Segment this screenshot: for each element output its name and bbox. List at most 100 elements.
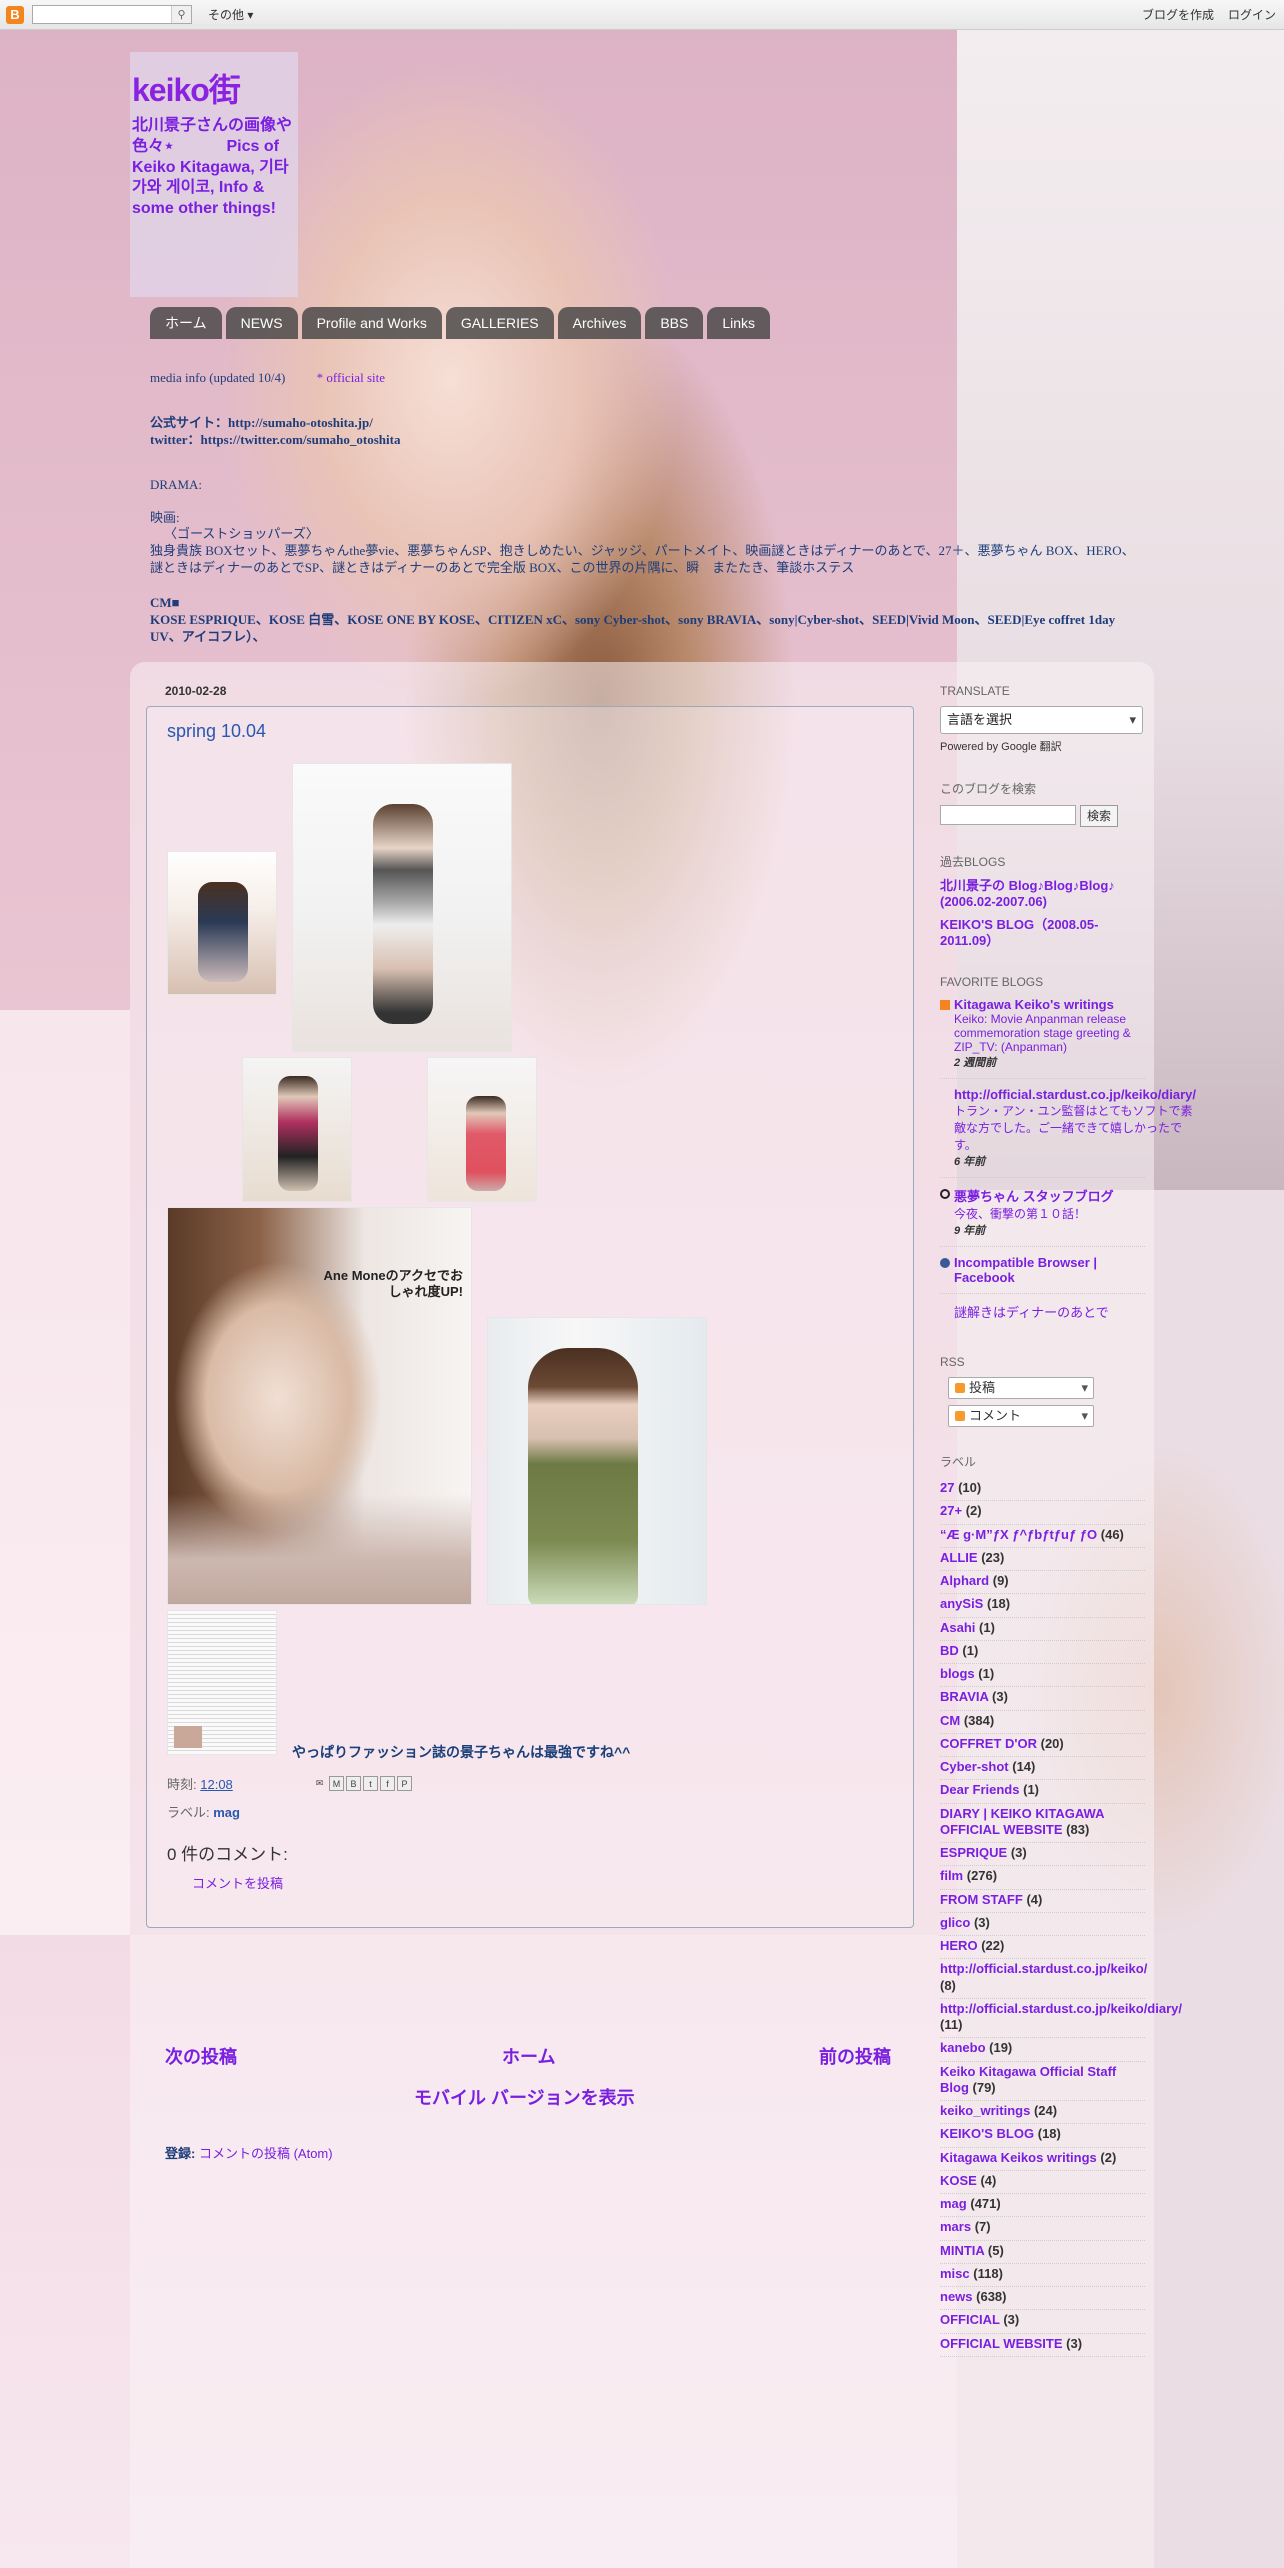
favorite-blog-time: 9 年前 (954, 1225, 986, 1237)
label-link[interactable]: misc (118) (940, 2264, 1145, 2287)
post-title[interactable]: spring 10.04 (167, 721, 266, 742)
photo-thumbnail[interactable] (167, 851, 277, 995)
label-link[interactable]: http://official.stardust.co.jp/keiko/ (8… (940, 1959, 1147, 1999)
label-link[interactable]: keiko_writings (24) (940, 2101, 1145, 2125)
atom-feed-link[interactable]: コメントの投稿 (Atom) (199, 2146, 333, 2161)
official-site-link[interactable]: * official site (317, 370, 385, 385)
blog-search-input[interactable] (940, 805, 1076, 825)
label-link[interactable]: Kitagawa Keikos writings (2) (940, 2148, 1145, 2171)
official-site-url[interactable]: 公式サイト：http://sumaho-otoshita.jp/ (150, 415, 1140, 432)
label-link[interactable]: kanebo (19) (940, 2038, 1145, 2062)
page-tabs: ホーム NEWS Profile and Works GALLERIES Arc… (150, 307, 771, 339)
pinterest-share-icon[interactable]: P (397, 1776, 412, 1791)
label-link[interactable]: mag (471) (940, 2194, 1145, 2218)
navbar-more-menu[interactable]: その他 ▾ (208, 6, 253, 23)
label-link[interactable]: blogs (1) (940, 1664, 1145, 1688)
movie-list: 独身貴族 BOXセット、悪夢ちゃんthe夢vie、悪夢ちゃんSP、抱きしめたい、… (150, 543, 1135, 576)
login-link[interactable]: ログイン (1228, 6, 1276, 23)
tab-profile-and-works[interactable]: Profile and Works (301, 307, 442, 339)
tab-bbs[interactable]: BBS (645, 307, 704, 339)
tab-galleries[interactable]: GALLERIES (445, 307, 554, 339)
photo-thumbnail[interactable] (487, 1317, 707, 1605)
facebook-share-icon[interactable]: f (380, 1776, 395, 1791)
label-link[interactable]: Dear Friends (1) (940, 1780, 1145, 1804)
label-link[interactable]: anySiS (18) (940, 1594, 1145, 1618)
post-comment-link[interactable]: コメントを投稿 (192, 1873, 283, 1892)
twitter-url[interactable]: twitter：https://twitter.com/sumaho_otosh… (150, 432, 1140, 449)
mobile-version-link[interactable]: モバイル バージョンを表示 (414, 2084, 635, 2110)
rss-posts-label: 投稿 (969, 1380, 996, 1395)
email-post-icon[interactable]: ✉ (312, 1776, 327, 1791)
label-link[interactable]: DIARY | KEIKO KITAGAWA OFFICIAL WEBSITE … (940, 1804, 1145, 1843)
label-count: (83) (1066, 1821, 1090, 1837)
rss-comments-button[interactable]: コメント (948, 1405, 1094, 1427)
language-select[interactable]: 言語を選択 (940, 706, 1143, 734)
older-post-link[interactable]: 前の投稿 (819, 2043, 891, 2069)
twitter-share-icon[interactable]: t (363, 1776, 378, 1791)
rss-icon (955, 1411, 965, 1421)
tab-news[interactable]: NEWS (225, 307, 298, 339)
label-link[interactable]: http://official.stardust.co.jp/keiko/dia… (940, 1999, 1182, 2039)
favorite-blog-title[interactable]: 悪夢ちゃん スタッフブログ (954, 1186, 1114, 1205)
tab-home[interactable]: ホーム (150, 307, 222, 339)
label-link[interactable]: 27 (10) (940, 1478, 1145, 1502)
blog-title[interactable]: keiko街 (132, 74, 296, 106)
label-link[interactable]: KEIKO'S BLOG (18) (940, 2124, 1145, 2148)
rss-posts-button[interactable]: 投稿 (948, 1377, 1094, 1399)
label-link[interactable]: film (276) (940, 1866, 1145, 1890)
email-share-icon[interactable]: M (329, 1776, 344, 1791)
favorite-blog-title[interactable]: http://official.stardust.co.jp/keiko/dia… (954, 1087, 1196, 1102)
blogger-logo-icon[interactable]: B (6, 5, 24, 24)
favorite-blog-snippet[interactable]: 今夜、衝撃の第１０話！ (954, 1205, 1114, 1222)
label-link[interactable]: FROM STAFF (4) (940, 1890, 1145, 1913)
label-link[interactable]: MINTIA (5) (940, 2241, 1145, 2264)
newer-post-link[interactable]: 次の投稿 (165, 2043, 237, 2069)
label-link[interactable]: “Æ g·M”ƒX ƒ^ƒbƒtƒuƒ ƒO (46) (940, 1525, 1145, 1548)
photo-thumbnail[interactable] (242, 1057, 352, 1202)
label-count: (14) (1012, 1759, 1036, 1774)
label-link[interactable]: mars (7) (940, 2217, 1145, 2241)
post-time-link[interactable]: 12:08 (200, 1777, 233, 1792)
label-link[interactable]: news (638) (940, 2287, 1145, 2311)
label-name: kanebo (940, 2040, 986, 2056)
favorite-blog-snippet[interactable]: Keiko: Movie Anpanman release commemorat… (954, 1012, 1145, 1054)
navbar-search-input[interactable]: ⚲ (32, 5, 192, 24)
favorite-blog-item: Kitagawa Keiko's writings Keiko: Movie A… (940, 997, 1145, 1079)
label-link[interactable]: Asahi (1) (940, 1618, 1145, 1641)
label-link-mag[interactable]: mag (213, 1805, 240, 1820)
photo-thumbnail[interactable] (292, 763, 512, 1052)
label-link[interactable]: BD (1) (940, 1641, 1145, 1664)
past-blog-link[interactable]: 北川景子の Blog♪Blog♪Blog♪ (2006.02-2007.06) (940, 878, 1145, 911)
create-blog-link[interactable]: ブログを作成 (1142, 6, 1214, 23)
blog-search-button[interactable]: 検索 (1080, 805, 1119, 827)
label-link[interactable]: 27+ (2) (940, 1501, 1145, 1525)
tab-links[interactable]: Links (707, 307, 771, 339)
search-icon[interactable]: ⚲ (171, 6, 191, 23)
label-link[interactable]: OFFICIAL (3) (940, 2310, 1145, 2334)
home-link[interactable]: ホーム (502, 2043, 555, 2069)
photo-thumbnail[interactable] (167, 1610, 277, 1755)
label-link[interactable]: Alphard (9) (940, 1571, 1145, 1595)
label-link[interactable]: ESPRIQUE (3) (940, 1843, 1145, 1867)
label-link[interactable]: BRAVIA (3) (940, 1687, 1145, 1711)
favorite-blog-title[interactable]: Kitagawa Keiko's writings (954, 997, 1145, 1012)
label-link[interactable]: OFFICIAL WEBSITE (3) (940, 2334, 1145, 2357)
label-name: Keiko Kitagawa Official Staff Blog (940, 2063, 1117, 2095)
tab-archives[interactable]: Archives (557, 307, 642, 339)
favorite-blog-title[interactable]: Incompatible Browser | Facebook (954, 1255, 1145, 1285)
label-link[interactable]: glico (3) (940, 1913, 1145, 1936)
label-link[interactable]: Cyber-shot (14) (940, 1757, 1145, 1781)
label-link[interactable]: COFFRET D'OR (20) (940, 1734, 1145, 1757)
blogthis-icon[interactable]: B (346, 1776, 361, 1791)
label-link[interactable]: ALLIE (23) (940, 1548, 1145, 1571)
label-link[interactable]: KOSE (4) (940, 2171, 1145, 2194)
label-link[interactable]: Keiko Kitagawa Official Staff Blog (79) (940, 2062, 1145, 2101)
favorite-blog-title[interactable]: 謎解きはディナーのあとで (954, 1302, 1109, 1321)
photo-thumbnail[interactable] (427, 1057, 537, 1202)
powered-by-google[interactable]: Powered by Google 翻訳 (940, 738, 1145, 754)
label-link[interactable]: CM (384) (940, 1711, 1145, 1734)
favorite-blog-snippet[interactable]: トラン・アン・ユン監督はとてもソフトで素敵な方でした。ご一緒できて嬉しかったです… (954, 1102, 1196, 1153)
past-blog-link[interactable]: KEIKO'S BLOG（2008.05-2011.09） (940, 917, 1145, 950)
photo-large[interactable]: Ane Moneのアクセでおしゃれ度UP! (167, 1207, 472, 1605)
label-link[interactable]: HERO (22) (940, 1936, 1145, 1960)
